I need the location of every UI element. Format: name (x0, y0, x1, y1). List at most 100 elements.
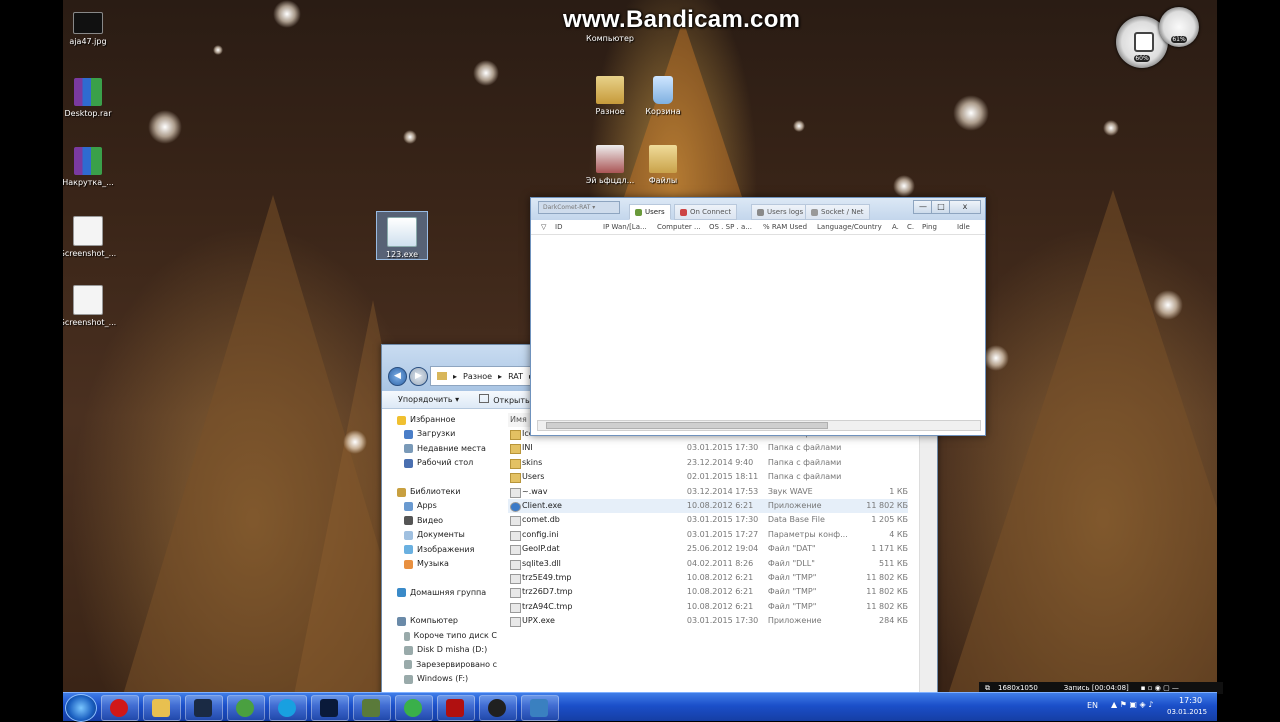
col-os[interactable]: OS . SP . a... (709, 223, 752, 231)
desktop-icon-desktop-rar[interactable]: Desktop.rar (63, 78, 118, 118)
nav-item[interactable]: Недавние места (387, 442, 497, 456)
clock-date[interactable]: 03.01.2015 (1167, 708, 1207, 716)
close-button[interactable]: x (949, 200, 981, 214)
file-row[interactable]: sqlite3.dll 04.02.2011 8:26 Файл "DLL" 511 … (508, 557, 908, 571)
nav-item[interactable]: Изображения (387, 543, 497, 557)
col-a[interactable]: A. (892, 223, 899, 231)
col-ping[interactable]: Ping (922, 223, 937, 231)
file-row[interactable]: Users 02.01.2015 18:11 Папка с файлами (508, 470, 908, 484)
file-row[interactable]: comet.db 03.01.2015 17:30 Data Base File 1 … (508, 513, 908, 527)
taskbar-bandicam[interactable] (479, 695, 517, 721)
tab-users[interactable]: Users (629, 204, 671, 220)
taskbar-photoshop[interactable] (311, 695, 349, 721)
maximize-button[interactable]: □ (931, 200, 951, 214)
tab-socket-net[interactable]: Socket / Net (805, 204, 870, 220)
file-row[interactable]: UPX.exe 03.01.2015 17:30 Приложение 284 КБ (508, 614, 908, 628)
rat-main-menu[interactable]: DarkComet-RAT ▾ (538, 201, 620, 214)
taskbar-chrome[interactable] (395, 695, 433, 721)
file-row[interactable]: INI 03.01.2015 17:30 Папка с файлами (508, 441, 908, 455)
col-c[interactable]: C. (907, 223, 914, 231)
folder-icon (510, 444, 521, 455)
desktop-icon-eyfcdl[interactable]: Эй ьфцдл... (580, 145, 640, 185)
minimize-button[interactable]: — (913, 200, 933, 214)
nav-group[interactable]: Домашняя группа (387, 586, 497, 600)
tab-label: Users logs (767, 208, 804, 216)
nav-item[interactable]: Короче типо диск C (387, 629, 497, 643)
desktop-icon-raznoe[interactable]: Разное (580, 76, 640, 116)
nav-item[interactable]: Музыка (387, 557, 497, 571)
taskbar-flash[interactable] (437, 695, 475, 721)
tab-on-connect[interactable]: On Connect (674, 204, 738, 220)
col-ip[interactable]: IP Wan/[La... (603, 223, 647, 231)
organize-button[interactable]: Упорядочить ▾ (398, 395, 459, 404)
desktop-icon-label: Screenshot_... (63, 318, 117, 327)
taskbar-opera[interactable] (101, 695, 139, 721)
nav-item[interactable]: Disk D misha (D:) (387, 643, 497, 657)
horizontal-scrollbar[interactable] (537, 420, 981, 431)
start-button[interactable] (65, 694, 97, 722)
desktop-icon-recycle-bin[interactable]: Корзина (633, 76, 693, 116)
nav-item-label: Зарезервировано с (416, 659, 497, 669)
file-row[interactable]: trz26D7.tmp 10.08.2012 6:21 Файл "TMP" 11 8… (508, 585, 908, 599)
file-name: INI (508, 441, 687, 455)
file-row[interactable]: GeoIP.dat 25.06.2012 19:04 Файл "DAT" 1 171… (508, 542, 908, 556)
scroll-thumb[interactable] (546, 422, 828, 429)
nav-item[interactable]: Загрузки (387, 427, 497, 441)
nav-item[interactable]: Документы (387, 528, 497, 542)
taskbar-utorrent[interactable] (227, 695, 265, 721)
desktop-icon-123-exe[interactable]: 123.exe (376, 211, 428, 260)
taskbar-skype[interactable] (269, 695, 307, 721)
taskbar-explorer[interactable] (143, 695, 181, 721)
vertical-scrollbar[interactable] (919, 413, 937, 695)
sort-icon: ▽ (541, 223, 547, 231)
col-language[interactable]: Language/Country (817, 223, 882, 231)
open-button[interactable]: Открыть (479, 394, 530, 405)
rat-window[interactable]: DarkComet-RAT ▾ Users On Connect Users l… (530, 197, 986, 436)
file-name: trz5E49.tmp (508, 571, 687, 585)
taskbar-darkcomet[interactable] (521, 695, 559, 721)
ram-meter-gadget[interactable]: 61% (1159, 7, 1199, 47)
desktop-icon-nakrutka[interactable]: Накрутка_... (63, 147, 118, 187)
language-indicator[interactable]: EN (1087, 701, 1098, 710)
file-size: 1 205 КБ (871, 515, 908, 525)
tray-icons[interactable]: ▲ ⚑ ▣ ◈ ♪ (1111, 700, 1153, 709)
breadcrumb-rat[interactable]: RAT (508, 372, 523, 381)
breadcrumb-raznoe[interactable]: Разное (463, 372, 492, 381)
rat-titlebar[interactable]: DarkComet-RAT ▾ Users On Connect Users l… (531, 198, 985, 220)
nav-item[interactable]: Windows (F:) (387, 672, 497, 686)
col-id[interactable]: ID (555, 223, 562, 231)
nav-item-label: Компьютер (410, 616, 458, 626)
clock-time[interactable]: 17:30 (1179, 696, 1202, 705)
nav-item[interactable]: Рабочий стол (387, 456, 497, 470)
file-row[interactable]: skins 23.12.2014 9:40 Папка с файлами (508, 456, 908, 470)
desktop-icon-computer[interactable]: Компьютер (580, 34, 640, 43)
nav-group[interactable]: Библиотеки (387, 485, 497, 499)
file-row[interactable]: Client.exe 10.08.2012 6:21 Приложение 11 80… (508, 498, 908, 514)
col-idle[interactable]: Idle (957, 223, 970, 231)
col-computer[interactable]: Computer ... (657, 223, 701, 231)
nav-group[interactable]: Компьютер (387, 614, 497, 628)
file-name: Users (508, 470, 687, 484)
back-arrow-icon[interactable]: ◀ (388, 367, 407, 386)
recorder-controls[interactable]: ▪ ▫ ◉ ▢ — (1141, 684, 1179, 692)
col-ram[interactable]: % RAM Used (763, 223, 807, 231)
nav-group[interactable]: Избранное (387, 413, 497, 427)
nav-item[interactable]: Видео (387, 514, 497, 528)
tab-users-logs[interactable]: Users logs (751, 204, 810, 220)
taskbar-steam[interactable] (185, 695, 223, 721)
forward-arrow-icon[interactable]: ▶ (409, 367, 428, 386)
file-row[interactable]: trzA94C.tmp 10.08.2012 6:21 Файл "TMP" 11 8… (508, 600, 908, 614)
file-row[interactable]: ~.wav 03.12.2014 17:53 Звук WAVE 1 КБ (508, 485, 908, 499)
nav-item[interactable]: Зарезервировано с (387, 658, 497, 672)
desktop-icon-screenshot-1[interactable]: Screenshot_... (63, 216, 118, 258)
file-type: Папка с файлами (767, 443, 842, 453)
file-row[interactable]: trz5E49.tmp 10.08.2012 6:21 Файл "TMP" 11 8… (508, 571, 908, 585)
desktop-icon-screenshot-2[interactable]: Screenshot_... (63, 285, 118, 327)
desktop-icon-aja47[interactable]: aja47.jpg (63, 12, 118, 46)
file-row[interactable]: config.ini 03.01.2015 17:27 Параметры конф… (508, 528, 908, 542)
taskbar-calc[interactable] (353, 695, 391, 721)
desktop-icon-faily[interactable]: Файлы (633, 145, 693, 185)
nav-item[interactable]: Apps (387, 499, 497, 513)
rat-user-list[interactable] (531, 235, 985, 419)
file-date: 04.02.2011 8:26 (686, 558, 754, 568)
